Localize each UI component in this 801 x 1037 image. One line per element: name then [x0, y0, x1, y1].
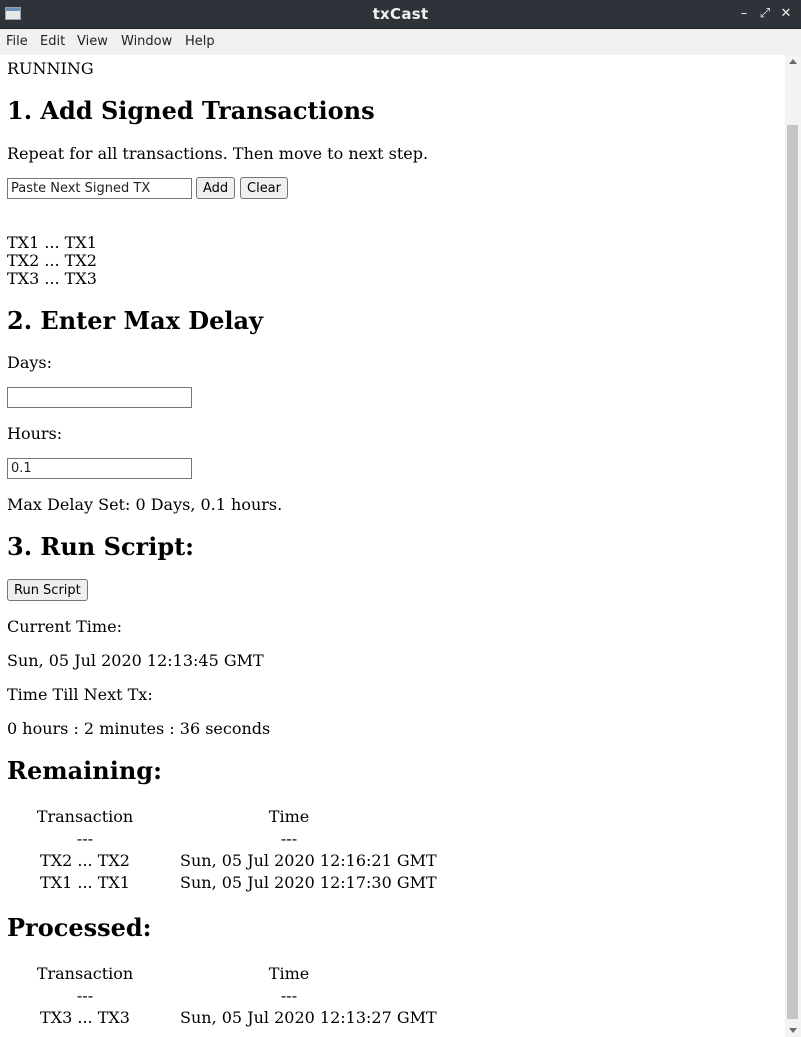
scrollbar-thumb[interactable]	[787, 125, 798, 1019]
current-time-value: Sun, 05 Jul 2020 12:13:45 GMT	[7, 651, 264, 670]
tx-list-item: TX1 ... TX1	[7, 233, 97, 252]
hours-input[interactable]	[7, 458, 192, 479]
step1-instruction: Repeat for all transactions. Then move t…	[7, 144, 429, 163]
run-script-button[interactable]: Run Script	[7, 579, 88, 601]
maximize-icon[interactable]: ⤢	[756, 5, 774, 23]
days-input[interactable]	[7, 387, 192, 408]
current-time-label: Current Time:	[7, 617, 122, 636]
remaining-separator: ---	[76, 829, 94, 848]
scroll-up-arrow-icon[interactable]	[789, 59, 797, 64]
hours-label: Hours:	[7, 424, 63, 443]
close-icon[interactable]: ✕	[777, 5, 795, 23]
remaining-row-time: Sun, 05 Jul 2020 12:17:30 GMT	[180, 873, 437, 892]
menu-file[interactable]: File	[6, 34, 28, 49]
menu-window[interactable]: Window	[121, 34, 172, 49]
remaining-row-tx: TX2 ... TX2	[40, 851, 130, 870]
days-label: Days:	[7, 353, 53, 372]
status-text: RUNNING	[7, 59, 94, 78]
remaining-row-time: Sun, 05 Jul 2020 12:16:21 GMT	[180, 851, 437, 870]
remaining-separator: ---	[280, 829, 298, 848]
window-title: txCast	[372, 5, 429, 23]
scroll-down-arrow-icon[interactable]	[789, 1028, 797, 1033]
minimize-icon[interactable]: –	[735, 5, 753, 23]
time-till-value: 0 hours : 2 minutes : 36 seconds	[7, 719, 271, 738]
menu-edit[interactable]: Edit	[40, 34, 65, 49]
window-titlebar: txCast – ⤢ ✕	[0, 0, 801, 29]
step3-heading: 3. Run Script:	[7, 532, 195, 561]
step2-heading: 2. Enter Max Delay	[7, 306, 263, 335]
tx-list-item: TX2 ... TX2	[7, 251, 97, 270]
processed-row-time: Sun, 05 Jul 2020 12:13:27 GMT	[180, 1008, 437, 1027]
menu-bar: File Edit View Window Help	[0, 29, 801, 55]
remaining-col-time: Time	[268, 807, 310, 826]
add-button[interactable]: Add	[196, 177, 236, 199]
vertical-scrollbar[interactable]	[785, 55, 801, 1037]
tx-list-item: TX3 ... TX3	[7, 269, 97, 288]
processed-row-tx: TX3 ... TX3	[40, 1008, 130, 1027]
menu-help[interactable]: Help	[185, 34, 215, 49]
clear-button[interactable]: Clear	[240, 177, 288, 199]
processed-heading: Processed:	[7, 913, 152, 942]
step1-heading: 1. Add Signed Transactions	[7, 96, 375, 125]
menu-view[interactable]: View	[77, 34, 108, 49]
max-delay-text: Max Delay Set: 0 Days, 0.1 hours.	[7, 495, 283, 514]
page-content: RUNNING 1. Add Signed Transactions Repea…	[0, 55, 785, 1037]
processed-separator: ---	[76, 986, 94, 1005]
remaining-heading: Remaining:	[7, 756, 162, 785]
signed-tx-input[interactable]	[7, 178, 192, 199]
time-till-label: Time Till Next Tx:	[7, 685, 153, 704]
remaining-col-transaction: Transaction	[36, 807, 134, 826]
processed-col-transaction: Transaction	[36, 964, 134, 983]
remaining-row-tx: TX1 ... TX1	[40, 873, 130, 892]
processed-separator: ---	[280, 986, 298, 1005]
processed-col-time: Time	[268, 964, 310, 983]
